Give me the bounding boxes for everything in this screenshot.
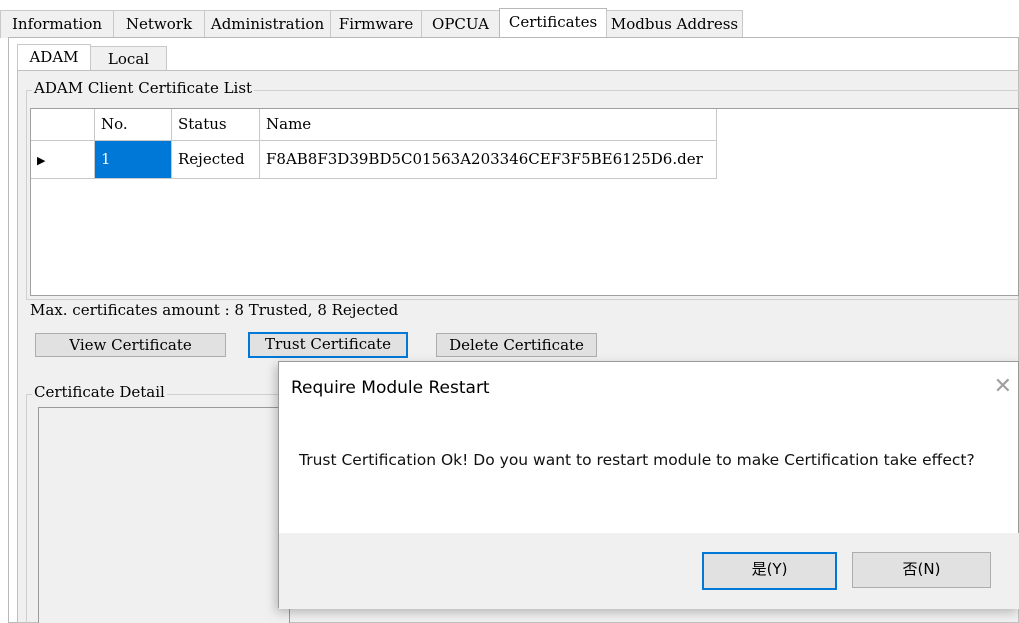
no-button[interactable]: 否(N): [852, 552, 991, 588]
cert-list-legend: ADAM Client Certificate List: [32, 79, 255, 97]
dialog-title: Require Module Restart: [291, 378, 490, 398]
main-tab-strip: Information Network Administration Firmw…: [0, 8, 1019, 39]
table-row-header[interactable]: ▶: [31, 141, 95, 179]
column-header-name[interactable]: Name: [260, 109, 717, 141]
yes-button[interactable]: 是(Y): [702, 552, 837, 590]
dialog-footer: 是(Y) 否(N): [279, 533, 1019, 609]
subtab-adam[interactable]: ADAM: [17, 44, 91, 72]
restart-dialog: Require Module Restart ✕ Trust Certifica…: [278, 361, 1019, 609]
tab-modbus-address[interactable]: Modbus Address: [606, 10, 743, 38]
tab-network[interactable]: Network: [113, 10, 205, 38]
cell-name[interactable]: F8AB8F3D39BD5C01563A203346CEF3F5BE6125D6…: [260, 141, 717, 179]
cert-list-grid[interactable]: No. Status Name ▶ 1 Rejected F8AB8F3D39B…: [30, 108, 1019, 296]
trust-certificate-button[interactable]: Trust Certificate: [248, 332, 408, 358]
tab-firmware[interactable]: Firmware: [330, 10, 422, 38]
current-row-arrow-icon: ▶: [37, 154, 46, 167]
column-header-status[interactable]: Status: [172, 109, 260, 141]
delete-certificate-button[interactable]: Delete Certificate: [436, 333, 597, 357]
view-certificate-button[interactable]: View Certificate: [35, 333, 226, 357]
cell-no[interactable]: 1: [95, 141, 172, 179]
tab-administration[interactable]: Administration: [204, 10, 331, 38]
subtab-local[interactable]: Local: [90, 46, 167, 72]
grid-row-header-corner: [31, 109, 95, 141]
cert-detail-legend: Certificate Detail: [32, 383, 167, 401]
cert-detail-textbox[interactable]: [38, 407, 290, 623]
max-certificates-text: Max. certificates amount : 8 Trusted, 8 …: [30, 301, 399, 319]
column-header-no[interactable]: No.: [95, 109, 172, 141]
cell-status[interactable]: Rejected: [172, 141, 260, 179]
tab-opcua[interactable]: OPCUA: [421, 10, 500, 38]
close-icon[interactable]: ✕: [994, 374, 1012, 399]
dialog-message: Trust Certification Ok! Do you want to r…: [299, 451, 975, 469]
tab-certificates[interactable]: Certificates: [499, 8, 607, 39]
tab-information[interactable]: Information: [0, 10, 114, 38]
